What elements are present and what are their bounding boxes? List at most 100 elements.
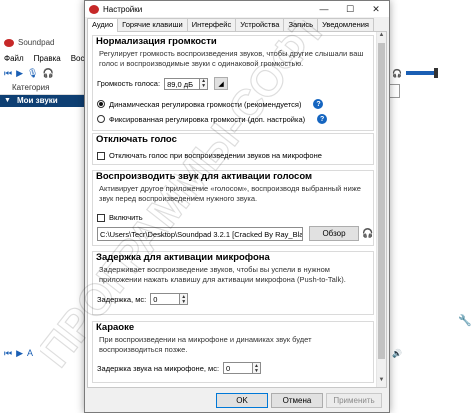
maximize-button[interactable]: ☐ [337, 1, 363, 17]
karaoke-delay-input[interactable]: 0 [223, 362, 254, 374]
voice-activation-enable-row[interactable]: Включить [97, 213, 143, 222]
help-icon[interactable]: ? [317, 114, 328, 124]
karaoke-description: При воспроизведении на микрофоне и динам… [99, 335, 312, 354]
voice-activation-description: Активирует другое приложение «голосом», … [99, 184, 361, 203]
category-header-label: Категория [12, 83, 50, 92]
voice-activation-title: Воспроизводить звук для активации голосо… [96, 171, 313, 182]
tab-audio[interactable]: Аудио [87, 18, 119, 32]
menu-file[interactable]: Файл [4, 54, 24, 63]
main-toolbar: ⏮ ▶ 🎙 🎧 [0, 65, 90, 81]
settings-tabs: Аудио Горячие клавиши Интерфейс Устройст… [87, 18, 374, 32]
settings-dialog: Настройки — ☐ ✕ Аудио Горячие клавиши Ин… [84, 0, 390, 413]
play-icon[interactable]: ▶ [16, 68, 23, 79]
close-button[interactable]: ✕ [363, 1, 389, 17]
volume-stepper-arrows[interactable]: ▲ ▼ [200, 77, 209, 90]
stepper-up-icon[interactable]: ▲ [181, 294, 186, 299]
fixed-option-row[interactable]: Фиксированная регулировка громкости (доп… [97, 114, 328, 124]
delay-stepper-arrows[interactable]: ▲ ▼ [180, 293, 189, 305]
volume-stepper[interactable]: 89,0 дБ ▲ ▼ [164, 77, 209, 90]
previous-icon[interactable]: ⏮ [4, 68, 12, 79]
mute-voice-checkbox[interactable] [97, 151, 105, 160]
stepper-down-icon[interactable]: ▼ [254, 368, 259, 373]
mute-voice-group: Отключать голос Отключать голос при восп… [92, 133, 374, 165]
mute-voice-label: Отключать голос при воспроизведении звук… [109, 151, 322, 160]
microphone-icon[interactable]: 🎙 [27, 68, 38, 79]
sound-path-input[interactable]: C:\Users\Tecr\Desktop\Soundpad 3.2.1 [Cr… [97, 226, 303, 241]
category-column-header[interactable]: Категория [0, 81, 86, 95]
text-format-icon[interactable]: A [27, 348, 33, 358]
karaoke-title: Караоке [96, 322, 135, 333]
scrollbar-thumb[interactable] [378, 43, 385, 359]
headphones-volume-icon[interactable]: 🎧 [392, 69, 402, 78]
cancel-button[interactable]: Отмена [271, 393, 323, 408]
volume-controls: 🎧 [392, 66, 474, 80]
headphones-preview-icon[interactable]: 🎧 [362, 228, 373, 239]
karaoke-group: Караоке При воспроизведении на микрофоне… [92, 321, 374, 383]
karaoke-delay-label: Задержка звука на микрофоне, мс: [97, 363, 220, 373]
tab-notifications[interactable]: Уведомления [317, 18, 374, 31]
volume-meter-button[interactable]: ◢ [214, 77, 229, 90]
soundpad-logo-icon [4, 38, 14, 47]
stepper-down-icon[interactable]: ▼ [201, 84, 206, 89]
dynamic-option-row[interactable]: Динамическая регулировка громкости (реко… [97, 99, 324, 109]
dialog-title: Настройки [103, 4, 143, 14]
activation-delay-input[interactable]: 0 [150, 293, 181, 305]
ok-button[interactable]: OK [216, 393, 268, 408]
settings-app-icon [89, 4, 99, 14]
mute-voice-title: Отключать голос [96, 134, 177, 145]
activation-delay-group: Задержка для активации микрофона Задержи… [92, 251, 374, 315]
karaoke-stepper-arrows[interactable]: ▲ ▼ [253, 362, 262, 374]
activation-delay-description: Задерживает воспроизведение звуков, чтоб… [99, 265, 346, 284]
dynamic-radio[interactable] [97, 100, 105, 108]
minimize-button[interactable]: — [311, 1, 337, 17]
scroll-down-icon[interactable]: ▼ [377, 377, 386, 387]
volume-slider-knob[interactable] [433, 68, 438, 78]
activation-delay-row: Задержка, мс: 0 ▲ ▼ [97, 293, 189, 305]
main-menubar: Файл Правка Воспр [0, 51, 93, 65]
scroll-up-icon[interactable]: ▲ [377, 32, 386, 42]
activation-delay-stepper[interactable]: 0 ▲ ▼ [150, 293, 189, 305]
category-item-my-sounds[interactable]: ▼ Мои звуки [0, 94, 86, 107]
wrench-icon[interactable]: 🔧 [458, 314, 472, 327]
dialog-titlebar: Настройки — ☐ ✕ [85, 1, 389, 17]
voice-activation-enable-label: Включить [109, 213, 143, 222]
stepper-up-icon[interactable]: ▲ [254, 363, 259, 368]
bottom-right-controls: 🔊 [392, 346, 474, 360]
dynamic-option-label: Динамическая регулировка громкости (реко… [109, 99, 302, 109]
main-window-title: Soundpad [18, 38, 55, 47]
main-titlebar: Soundpad [0, 34, 90, 51]
voice-activation-group: Воспроизводить звук для активации голосо… [92, 170, 374, 246]
stepper-down-icon[interactable]: ▼ [181, 299, 186, 304]
audio-settings-panel: Нормализация громкости Регулирует громко… [87, 31, 387, 388]
normalization-title: Нормализация громкости [96, 36, 217, 47]
menu-edit[interactable]: Правка [34, 54, 61, 63]
meter-icon: ◢ [218, 80, 224, 88]
karaoke-delay-row: Задержка звука на микрофоне, мс: 0 ▲ ▼ [97, 362, 262, 374]
skip-start-icon[interactable]: ⏮ [4, 348, 12, 359]
fixed-radio[interactable] [97, 115, 105, 123]
speaker-icon[interactable]: 🔊 [392, 349, 402, 358]
fixed-option-label: Фиксированная регулировка громкости (доп… [109, 114, 306, 124]
tab-recording[interactable]: Запись [283, 18, 319, 31]
mute-voice-row[interactable]: Отключать голос при воспроизведении звук… [97, 151, 322, 160]
panel-scrollbar[interactable]: ▲ ▼ [376, 32, 386, 387]
play-bottom-icon[interactable]: ▶ [16, 348, 23, 359]
tab-devices[interactable]: Устройства [235, 18, 285, 31]
voice-activation-checkbox[interactable] [97, 213, 105, 222]
help-icon[interactable]: ? [313, 99, 324, 109]
headphones-icon[interactable]: 🎧 [42, 68, 53, 79]
volume-row: Громкость голоса: 89,0 дБ ▲ ▼ ◢ [97, 77, 229, 90]
category-item-label: Мои звуки [16, 96, 58, 105]
normalization-description: Регулирует громкость воспроизведения зву… [99, 49, 364, 68]
tab-interface[interactable]: Интерфейс [186, 18, 237, 31]
apply-button[interactable]: Применить [326, 393, 382, 408]
volume-input[interactable]: 89,0 дБ [164, 77, 201, 90]
volume-slider[interactable] [405, 68, 438, 78]
normalization-group: Нормализация громкости Регулирует громко… [92, 35, 374, 131]
tab-hotkeys[interactable]: Горячие клавиши [117, 18, 188, 31]
browse-button[interactable]: Обзор [309, 226, 359, 241]
activation-delay-title: Задержка для активации микрофона [96, 252, 270, 263]
sound-path-row: C:\Users\Tecr\Desktop\Soundpad 3.2.1 [Cr… [97, 226, 373, 241]
expand-arrow-icon: ▼ [4, 97, 11, 104]
karaoke-delay-stepper[interactable]: 0 ▲ ▼ [223, 362, 262, 374]
